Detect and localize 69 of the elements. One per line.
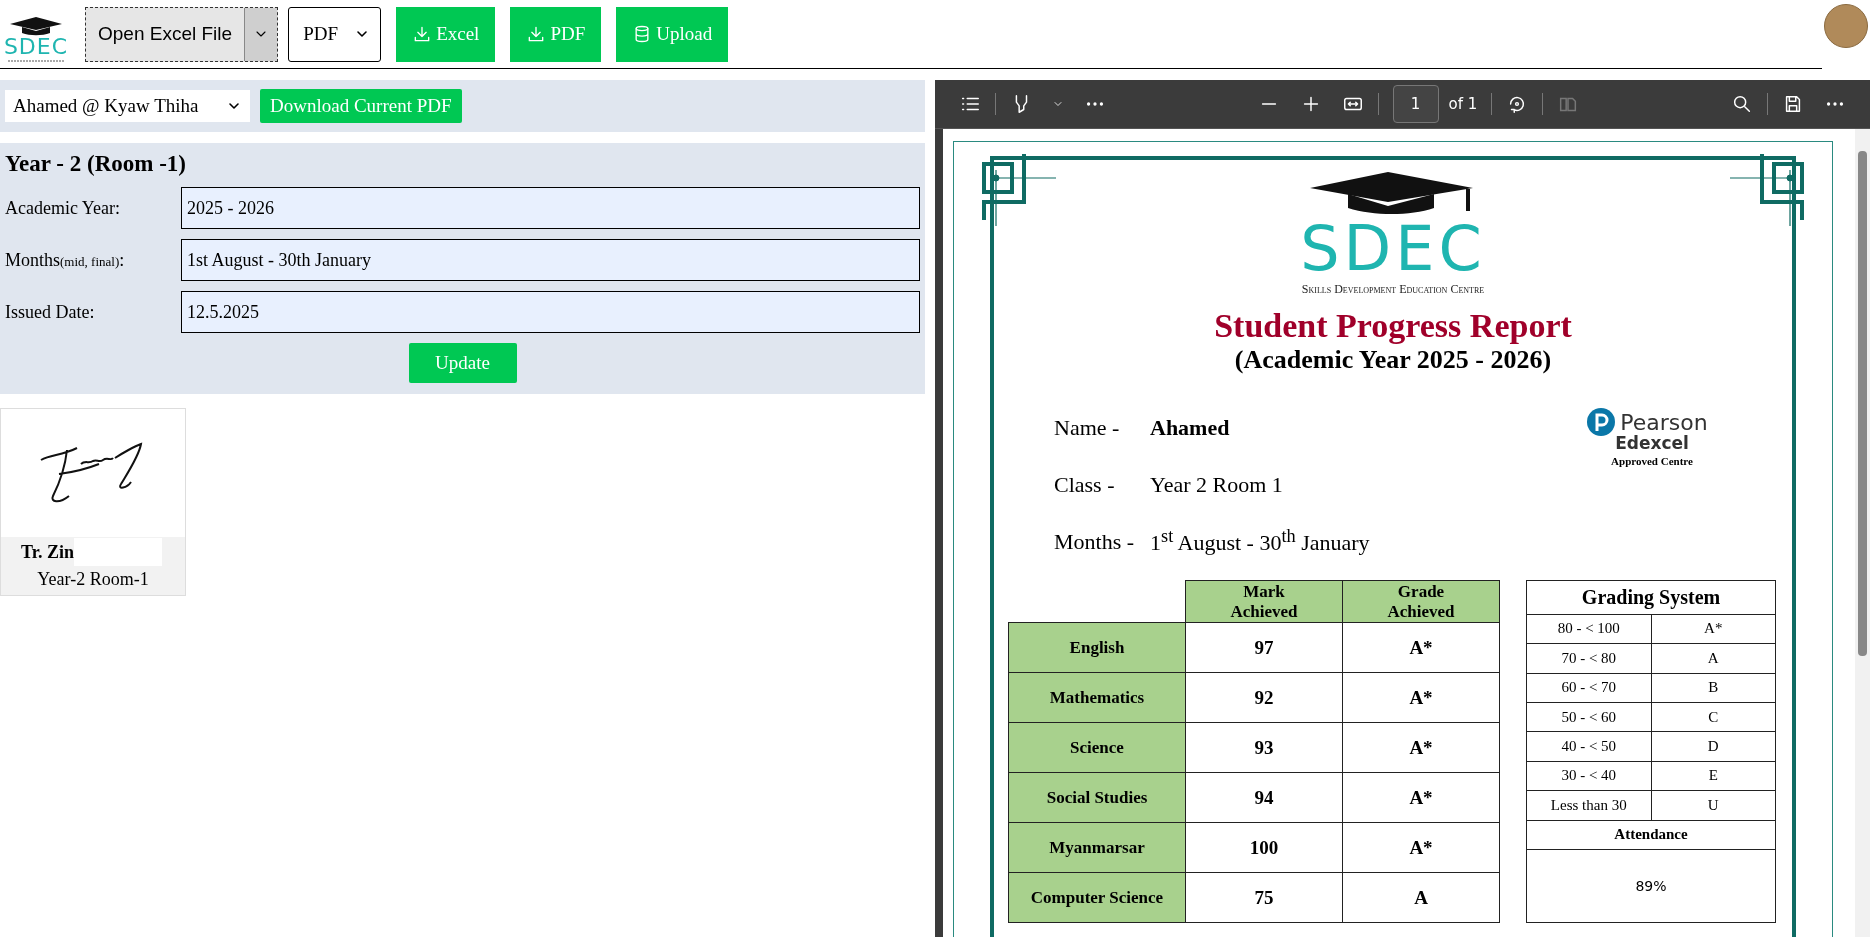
range-cell: 40 - < 50	[1526, 731, 1651, 762]
info-label: Class -	[1054, 471, 1116, 498]
range-cell: 30 - < 40	[1526, 761, 1651, 791]
field-label: Academic Year:	[5, 197, 121, 219]
mark-cell: 94	[1185, 772, 1343, 823]
search-icon[interactable]	[1731, 93, 1753, 115]
info-value: 1$^{st}$ August - 30$^{th}$ January	[1150, 526, 1370, 557]
range-cell: 50 - < 60	[1526, 702, 1651, 732]
grading-title: Grading System	[1526, 580, 1776, 615]
input-field[interactable]: 1st August - 30th January	[181, 239, 920, 281]
grade-cell: A*	[1342, 722, 1500, 773]
attendance-value: 89%	[1526, 849, 1776, 923]
mark-cell: 75	[1185, 872, 1343, 923]
subject-cell: Myanmarsar	[1008, 822, 1186, 873]
open-file-button[interactable]: Open Excel File	[85, 6, 279, 62]
logo-text: SDEC	[1300, 220, 1486, 278]
input-field[interactable]: 2025 - 2026	[181, 187, 920, 229]
logo-tagline: Skills Development Education Centre	[1301, 282, 1485, 297]
page-count: of 1	[1448, 95, 1478, 113]
page-number-field[interactable]: 1	[1392, 85, 1439, 123]
partner-name: Pearson	[1620, 409, 1708, 435]
info-label: Months -	[1054, 528, 1136, 555]
mark-cell: 100	[1185, 822, 1343, 873]
avatar[interactable]	[1824, 4, 1868, 48]
grade-cell: U	[1651, 790, 1776, 821]
grade-cell: B	[1651, 673, 1776, 703]
student-select[interactable]: Ahamed @ Kyaw Thiha	[5, 90, 250, 122]
info-label: Name -	[1054, 414, 1121, 441]
grade-cell: E	[1651, 761, 1776, 791]
teacher-name: Tr. Zin	[21, 541, 75, 563]
report-title: Student Progress Report	[1213, 307, 1573, 345]
partner-brand: Edexcel	[1615, 433, 1689, 453]
logo-text: SDEC	[3, 36, 69, 58]
input-field[interactable]: 12.5.2025	[181, 291, 920, 333]
column-header: Grade Achieved	[1342, 580, 1500, 623]
field-label: Issued Date:	[5, 301, 96, 323]
teacher-class: Year-2 Room-1	[36, 568, 150, 591]
grade-cell: A*	[1342, 822, 1500, 873]
info-value: Ahamed	[1150, 414, 1230, 441]
mark-cell: 92	[1185, 672, 1343, 723]
subject-cell: Social Studies	[1008, 772, 1186, 823]
format-select[interactable]: PDF	[288, 6, 382, 62]
grade-cell: C	[1651, 702, 1776, 732]
grade-cell: A	[1342, 872, 1500, 923]
attendance-label: Attendance	[1526, 820, 1776, 850]
grade-cell: D	[1651, 731, 1776, 762]
subject-cell: English	[1008, 622, 1186, 673]
column-header: Mark Achieved	[1185, 580, 1343, 623]
subject-cell: Computer Science	[1008, 872, 1186, 923]
mark-cell: 93	[1185, 722, 1343, 773]
grade-cell: A*	[1342, 672, 1500, 723]
pearson-logo-icon	[1586, 407, 1617, 437]
subject-cell: Mathematics	[1008, 672, 1186, 723]
grade-cell: A*	[1651, 614, 1776, 644]
range-cell: 60 - < 70	[1526, 673, 1651, 703]
range-cell: 70 - < 80	[1526, 643, 1651, 674]
partner-note: Approved Centre	[1611, 455, 1693, 467]
grade-cell: A	[1651, 643, 1776, 674]
range-cell: 80 - < 100	[1526, 614, 1651, 644]
range-cell: Less than 30	[1526, 790, 1651, 821]
subject-cell: Science	[1008, 722, 1186, 773]
grade-cell: A*	[1342, 772, 1500, 823]
logo-tagline-line	[6, 58, 66, 64]
mark-cell: 97	[1185, 622, 1343, 673]
class-heading: Year - 2 (Room -1)	[5, 151, 187, 177]
grade-cell: A*	[1342, 622, 1500, 673]
info-value: Year 2 Room 1	[1150, 471, 1283, 498]
scrollbar-thumb[interactable]	[1858, 151, 1867, 656]
report-subtitle: (Academic Year 2025 - 2026)	[1233, 345, 1553, 375]
